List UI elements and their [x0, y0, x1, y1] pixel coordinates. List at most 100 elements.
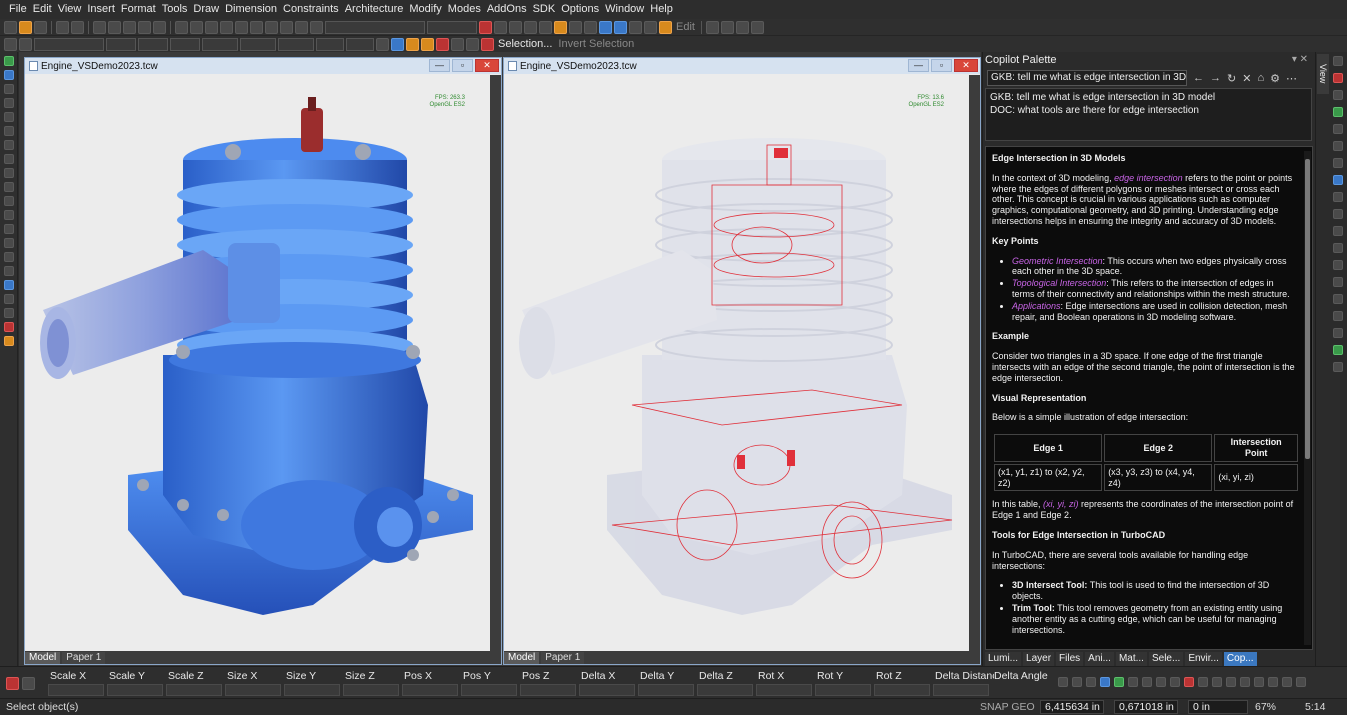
light-icon[interactable] [509, 20, 522, 34]
view-right-icon[interactable] [1333, 90, 1343, 100]
view-panel-tab[interactable]: View [1317, 54, 1329, 94]
pattern-select[interactable] [278, 37, 314, 51]
select-tool-icon[interactable] [3, 56, 14, 66]
boolean-tool-icon[interactable] [3, 308, 14, 318]
snap-intersection-icon[interactable] [466, 37, 479, 51]
snap-percent-icon[interactable] [1254, 677, 1264, 687]
snap-magnetic-icon[interactable] [1184, 677, 1194, 687]
maximize-button[interactable]: ▫ [452, 59, 473, 72]
pos-x-field[interactable] [402, 684, 458, 696]
delta-y-field[interactable] [638, 684, 694, 696]
visual-style-icon[interactable] [614, 20, 627, 34]
hidden-line-icon[interactable] [539, 20, 552, 34]
layer-icon[interactable] [310, 20, 323, 34]
render-tool-icon[interactable] [3, 336, 14, 346]
more-options-icon[interactable]: ⋯ [1286, 72, 1297, 85]
copy-icon[interactable] [108, 20, 121, 34]
snap-settings-icon[interactable] [1282, 677, 1292, 687]
grid-icon[interactable] [295, 20, 308, 34]
menu-help[interactable]: Help [647, 0, 676, 19]
tab-files[interactable]: Files [1056, 652, 1084, 666]
view-pan-icon[interactable] [1333, 226, 1343, 236]
hatch-tool-icon[interactable] [3, 196, 14, 206]
wireframe-icon[interactable] [524, 20, 537, 34]
point-tool-icon[interactable] [3, 112, 14, 122]
history-item[interactable]: DOC: what tools are there for edge inter… [990, 104, 1307, 117]
surface-tool-icon[interactable] [3, 294, 14, 304]
snap-icon[interactable] [406, 37, 419, 51]
settings-gear-icon[interactable]: ⚙ [1270, 72, 1280, 85]
no-entry-icon[interactable] [750, 20, 764, 34]
view-front-icon[interactable] [1333, 73, 1343, 83]
back-arrow-icon[interactable]: ← [1193, 72, 1204, 84]
mesh-tool-icon[interactable] [3, 322, 14, 332]
scale-z-field[interactable] [166, 684, 222, 696]
view-rotate-icon[interactable] [1333, 209, 1343, 219]
delta-z-field[interactable] [697, 684, 753, 696]
camera-settings-icon[interactable] [644, 20, 657, 34]
snap-center-icon[interactable] [451, 37, 464, 51]
paste-icon[interactable] [123, 20, 136, 34]
open-folder-icon[interactable] [19, 20, 32, 34]
view-camera-icon[interactable] [1333, 192, 1343, 202]
menu-constraints[interactable]: Constraints [280, 0, 342, 19]
zoom-window-icon[interactable] [205, 20, 218, 34]
view-select[interactable] [427, 20, 477, 34]
tab-layer[interactable]: Layer [1023, 652, 1055, 666]
viewport-titlebar[interactable]: Engine_VSDemo2023.tcw — ▫ ✕ [25, 58, 501, 74]
size-y-field[interactable] [284, 684, 340, 696]
zoom-extents-icon[interactable] [220, 20, 233, 34]
camera-icon[interactable] [280, 20, 293, 34]
tab-environment[interactable]: Envir... [1185, 652, 1222, 666]
render-settings-icon[interactable] [629, 20, 642, 34]
tab-paper-1[interactable]: Paper 1 [62, 651, 106, 664]
view-back-icon[interactable] [1333, 124, 1343, 134]
minimize-button[interactable]: — [429, 59, 450, 72]
cancel-icon[interactable] [6, 677, 19, 690]
tab-selection[interactable]: Sele... [1148, 652, 1184, 666]
measure-icon[interactable] [720, 20, 734, 34]
viewport-icon[interactable] [599, 20, 612, 34]
copilot-answer-pane[interactable]: Edge Intersection in 3D Models In the co… [985, 146, 1313, 650]
modify-tool-icon[interactable] [3, 238, 14, 248]
refresh-icon[interactable]: ↻ [1227, 72, 1236, 85]
menu-tools[interactable]: Tools [159, 0, 191, 19]
minimize-button[interactable]: — [908, 59, 929, 72]
coord-z-field[interactable]: 0 in [1188, 700, 1248, 714]
view-top-icon[interactable] [1333, 56, 1343, 66]
pencil-icon[interactable] [735, 20, 749, 34]
snap-tangent-icon[interactable] [1170, 677, 1180, 687]
pan-icon[interactable] [235, 20, 248, 34]
line-tool-icon[interactable] [3, 84, 14, 94]
menu-dimension[interactable]: Dimension [222, 0, 280, 19]
layer-select[interactable] [325, 20, 425, 34]
tab-paper-1[interactable]: Paper 1 [541, 651, 585, 664]
solid-tool-icon[interactable] [3, 280, 14, 290]
coord-x-field[interactable]: 6,415634 in [1040, 700, 1104, 714]
viewport-xray[interactable]: Engine_VSDemo2023.tcw — ▫ ✕ FPS: 13.6 Op… [503, 57, 981, 665]
pen-color-select[interactable] [34, 37, 104, 51]
delta-distance-field[interactable] [933, 684, 989, 696]
text-tool-icon[interactable] [3, 168, 14, 178]
redraw-icon[interactable] [250, 20, 263, 34]
close-button[interactable]: ✕ [954, 59, 978, 72]
drawing-canvas[interactable]: FPS: 263.3 OpenGL ES2 [33, 75, 491, 653]
snap-vertex-icon[interactable] [1072, 677, 1082, 687]
xray-icon[interactable] [584, 20, 597, 34]
menu-sdk[interactable]: SDK [530, 0, 559, 19]
snap-nearest-icon[interactable] [1086, 677, 1096, 687]
pen-width-select[interactable] [138, 37, 168, 51]
snap-perpendicular-icon[interactable] [1156, 677, 1166, 687]
maximize-button[interactable]: ▫ [931, 59, 952, 72]
print-icon[interactable] [56, 20, 69, 34]
spline-tool-icon[interactable] [3, 210, 14, 220]
menu-addons[interactable]: AddOns [484, 0, 530, 19]
close-button[interactable]: ✕ [475, 59, 499, 72]
snap-quadrant-icon[interactable] [1128, 677, 1138, 687]
brush-icon[interactable] [705, 20, 719, 34]
fill-select[interactable] [240, 37, 276, 51]
vertical-scrollbar[interactable] [490, 75, 501, 653]
rectangle-tool-icon[interactable] [3, 224, 14, 234]
size-z-field[interactable] [343, 684, 399, 696]
rot-x-field[interactable] [756, 684, 812, 696]
